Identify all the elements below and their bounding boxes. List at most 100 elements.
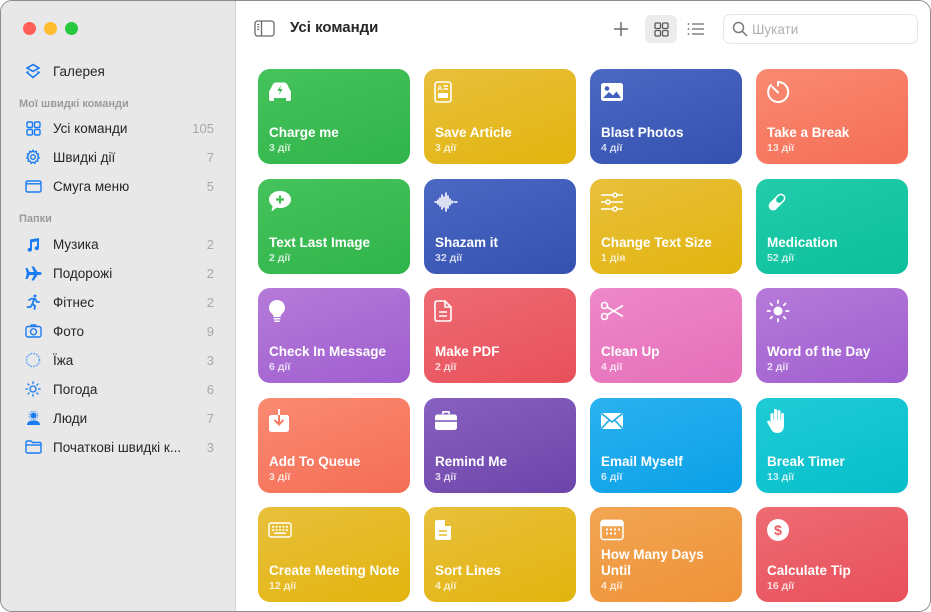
scissors-icon [600, 299, 626, 323]
shortcut-card[interactable]: A Save Article 3 дії [424, 69, 576, 164]
shortcut-name: Blast Photos [601, 125, 684, 140]
sidebar-item-count: 5 [206, 178, 214, 194]
shortcut-card[interactable]: Blast Photos 4 дії [590, 69, 742, 164]
search-field[interactable] [723, 14, 918, 44]
grid-view-button[interactable] [645, 15, 677, 43]
page-title: Усі команди [290, 19, 379, 36]
shortcut-card[interactable]: Remind Me 3 дії [424, 397, 576, 493]
waveform-icon [434, 190, 460, 214]
shortcut-name: Save Article [435, 125, 512, 140]
shortcut-action-count: 32 дії [435, 251, 463, 264]
shortcut-name: Medication [767, 234, 838, 250]
shortcut-card[interactable]: Email Myself 6 дії [590, 397, 742, 493]
shortcut-card[interactable]: Break Timer 13 дії [756, 397, 908, 493]
add-shortcut-button[interactable] [605, 15, 637, 43]
shortcut-name: Change Text Size [601, 234, 712, 250]
window-controls [23, 22, 78, 35]
sidebar-item-count: 3 [206, 439, 214, 455]
keyboard-icon [268, 518, 294, 542]
shortcut-card[interactable]: Add To Queue 3 дії [258, 397, 410, 493]
sidebar-folder-weather[interactable]: Погода 6 [11, 376, 226, 402]
sidebar-item-label: Фото [53, 323, 85, 339]
main-content: Усі команди Charge me 3 дії A Save Article 3… [236, 1, 930, 611]
shortcut-card[interactable]: Check In Message 6 дії [258, 288, 410, 383]
list-view-button[interactable] [680, 15, 712, 43]
shortcut-name: Text Last Image [269, 234, 371, 250]
shortcut-card[interactable]: Text Last Image 2 дії [258, 178, 410, 274]
shortcut-card[interactable]: Shazam it 32 дії [424, 178, 576, 274]
shortcut-name: Calculate Tip [767, 563, 851, 578]
shortcut-action-count: 1 дія [601, 251, 626, 264]
list-view-icon [687, 23, 704, 35]
shortcut-action-count: 4 дії [601, 142, 623, 154]
sidebar-item-count: 9 [206, 323, 214, 339]
shortcut-card[interactable]: Take a Break 13 дії [756, 69, 908, 164]
close-button[interactable] [23, 22, 36, 35]
sidebar-folder-starter[interactable]: Початкові швидкі к... 3 [11, 434, 226, 460]
search-icon [732, 21, 748, 37]
sidebar-item-all-shortcuts[interactable]: Усі команди 105 [11, 115, 226, 141]
camera-icon [23, 322, 43, 340]
folder-icon [23, 438, 43, 456]
sidebar-toggle-icon[interactable] [254, 20, 275, 37]
shortcut-name: Take a Break [767, 125, 850, 140]
plus-icon [614, 22, 628, 36]
sidebar-item-label: Музика [53, 236, 99, 252]
gallery-layers-icon [23, 62, 43, 80]
shortcut-card[interactable]: Change Text Size 1 дія [590, 178, 742, 274]
sidebar-folder-music[interactable]: Музика 2 [11, 231, 226, 257]
shortcut-card[interactable]: Sort Lines 4 дії [424, 507, 576, 602]
shortcut-action-count: 3 дії [435, 470, 457, 483]
document-icon [434, 299, 460, 323]
shortcut-action-count: 2 дії [767, 361, 789, 373]
dollar-icon: $ [766, 518, 792, 542]
shortcut-action-count: 4 дії [601, 580, 623, 592]
shortcut-card[interactable]: Charge me 3 дії [258, 69, 410, 164]
grid-view-icon [653, 21, 669, 37]
sidebar-item-quick-actions[interactable]: Швидкі дії 7 [11, 144, 226, 170]
music-note-icon [23, 235, 43, 253]
shortcut-name: How Many Days Until [601, 547, 704, 578]
airplane-icon [23, 264, 43, 282]
sidebar-folder-travel[interactable]: Подорожі 2 [11, 260, 226, 286]
shortcut-name: Break Timer [767, 453, 845, 469]
sidebar-item-gallery[interactable]: Галерея [11, 58, 226, 84]
shortcut-name: Check In Message [269, 344, 387, 359]
doc-lines-icon [434, 518, 460, 542]
sidebar-folder-fitness[interactable]: Фітнес 2 [11, 289, 226, 315]
shortcut-action-count: 2 дії [435, 361, 457, 373]
tray-download-icon [268, 408, 294, 433]
shortcut-card[interactable]: $ Calculate Tip 16 дії [756, 507, 908, 602]
svg-text:$: $ [774, 522, 782, 538]
shortcut-info: Shazam it 32 дії [435, 235, 568, 264]
shortcut-card[interactable]: Make PDF 2 дії [424, 288, 576, 383]
shortcut-info: How Many Days Until 4 дії [601, 547, 734, 592]
sidebar-folder-people[interactable]: Люди 7 [11, 405, 226, 431]
shortcut-card[interactable]: How Many Days Until 4 дії [590, 507, 742, 602]
shortcut-card[interactable]: Medication 52 дії [756, 178, 908, 274]
shortcut-card[interactable]: Clean Up 4 дії [590, 288, 742, 383]
sidebar: Галерея Мої швидкі команди Усі команди 1… [1, 1, 236, 611]
shortcut-info: Create Meeting Note 12 дії [269, 563, 402, 592]
menubar-icon [23, 177, 43, 195]
sidebar-folder-food[interactable]: Їжа 3 [11, 347, 226, 373]
sidebar-item-count: 2 [206, 265, 214, 281]
sidebar-folder-photo[interactable]: Фото 9 [11, 318, 226, 344]
shortcut-card[interactable]: Word of the Day 2 дії [756, 288, 908, 383]
sidebar-item-label: Погода [53, 381, 98, 397]
search-input[interactable] [752, 21, 902, 37]
section-my-shortcuts: Мої швидкі команди [19, 98, 129, 110]
car-charge-icon [268, 80, 294, 104]
shortcut-info: Word of the Day 2 дії [767, 344, 900, 373]
shortcut-info: Add To Queue 3 дії [269, 454, 402, 483]
lightbulb-icon [268, 299, 294, 323]
shortcut-info: Change Text Size 1 дія [601, 235, 734, 264]
sidebar-item-menu-bar[interactable]: Смуга меню 5 [11, 173, 226, 199]
sidebar-item-label: Початкові швидкі к... [53, 439, 182, 455]
shortcut-card[interactable]: Create Meeting Note 12 дії [258, 507, 410, 602]
runner-icon [23, 293, 43, 311]
sidebar-item-label: Усі команди [53, 120, 128, 136]
minimize-button[interactable] [44, 22, 57, 35]
zoom-button[interactable] [65, 22, 78, 35]
sidebar-item-label: Смуга меню [53, 178, 130, 194]
